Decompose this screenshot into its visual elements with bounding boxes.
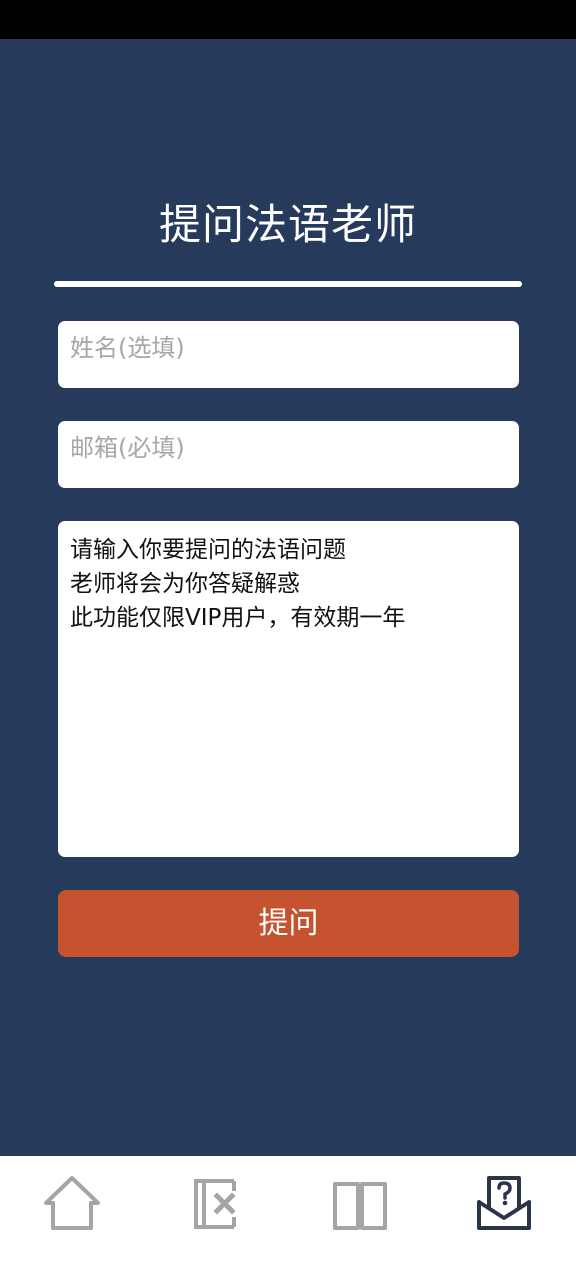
question-line: 此功能仅限VIP用户，有效期一年 [70,605,406,631]
title-divider [54,281,522,287]
flashcard-delete-icon [194,1179,236,1229]
email-placeholder: 邮箱(必填) [70,434,185,462]
name-input[interactable]: 姓名(选填) [58,321,519,388]
nav-flashcards[interactable] [176,1170,256,1240]
question-line: 请输入你要提问的法语问题 [70,537,346,563]
book-icon [333,1182,387,1230]
home-icon [44,1176,100,1230]
bottom-nav [0,1156,576,1280]
nav-ask-teacher[interactable] [464,1170,544,1240]
name-placeholder: 姓名(选填) [70,334,185,362]
question-line: 老师将会为你答疑解惑 [70,571,300,597]
nav-book[interactable] [320,1170,400,1240]
page-title: 提问法语老师 [158,200,417,249]
question-textarea[interactable]: 请输入你要提问的法语问题 老师将会为你答疑解惑 此功能仅限VIP用户，有效期一年 [58,521,519,857]
nav-home[interactable] [32,1170,112,1240]
question-inbox-icon [477,1176,531,1230]
status-bar [0,0,576,39]
question-text: 请输入你要提问的法语问题 老师将会为你答疑解惑 此功能仅限VIP用户，有效期一年 [70,533,507,635]
submit-question-button[interactable]: 提问 [58,890,519,957]
email-input[interactable]: 邮箱(必填) [58,421,519,488]
